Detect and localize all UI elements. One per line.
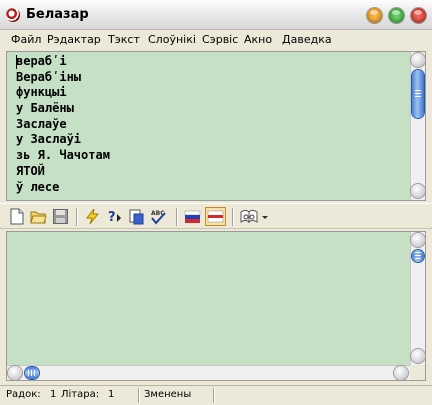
menu-service[interactable]: Сэрвіс [202,33,238,46]
spellcheck-abc-icon[interactable]: ABC [150,208,167,225]
scroll-thumb[interactable] [412,70,424,118]
menu-dictionaries[interactable]: Слоўнікі [148,33,196,46]
text-caret [16,55,17,69]
window-title: Белазар [26,7,89,22]
new-document-icon[interactable] [8,208,25,225]
menu-help[interactable]: Даведка [282,33,332,46]
scrollbar-corner [410,365,425,380]
title-bar[interactable]: Белазар [0,0,432,30]
scroll-left-button[interactable] [8,366,22,380]
close-button[interactable] [411,8,426,23]
text-line: верабʹі [16,54,67,68]
menu-bar: Файл Рэдактар Тэкст Слоўнікі Сэрвіс Акно… [0,30,432,50]
source-text-lines: верабʹі Верабʹіны функцыі у Балёны Засла… [16,54,110,195]
scroll-right-button[interactable] [394,366,408,380]
text-line: ў лесе [16,179,60,194]
menu-file[interactable]: Файл [11,33,41,46]
row-value: 1 [50,389,57,400]
letter-value: 1 [108,389,115,400]
text-line: зь Я. Чачотам [16,148,110,163]
scroll-down-button[interactable] [411,184,425,198]
bottom-horizontal-scrollbar[interactable] [7,365,425,380]
status-bar: Радок: 1 Літара: 1 Зменены [0,385,432,405]
text-line: у Балёны [16,101,74,116]
scroll-up-button[interactable] [411,233,425,247]
minimize-button[interactable] [367,8,382,23]
status-divider [213,388,214,403]
save-disk-icon[interactable] [52,208,69,225]
scroll-thumb[interactable] [412,250,424,262]
toolbar-separator [76,208,77,226]
source-text-editor[interactable]: верабʹі Верабʹіны функцыі у Балёны Засла… [6,51,426,201]
toolbar-separator [232,208,233,226]
status-divider [138,388,139,403]
text-line: Верабʹіны [16,69,82,84]
text-line: ЯТОЙ [16,163,45,178]
help-question-icon[interactable]: ? [106,208,123,225]
scroll-down-button[interactable] [411,349,425,363]
scroll-up-button[interactable] [411,53,425,67]
letter-label: Літара: [61,389,100,400]
menu-edit[interactable]: Рэдактар [47,33,101,46]
app-icon [6,8,20,22]
lightning-convert-icon[interactable] [84,208,101,225]
text-line: Заслаўе [16,116,67,131]
text-line: у Заслаўі [16,132,82,147]
svg-text:?: ? [108,210,116,225]
top-vertical-scrollbar[interactable] [410,52,425,200]
open-folder-icon[interactable] [30,208,47,225]
menu-window[interactable]: Акно [244,33,272,46]
row-label: Радок: [6,389,41,400]
scroll-thumb[interactable] [25,367,39,379]
bottom-vertical-scrollbar[interactable] [410,232,425,365]
maximize-button[interactable] [389,8,404,23]
result-text-editor[interactable] [6,231,426,381]
text-line: функцыі [16,85,67,100]
paste-document-icon[interactable] [128,208,145,225]
menu-text[interactable]: Тэкст [108,33,140,46]
flag-russian-icon[interactable] [184,208,201,225]
book-dictionary-icon[interactable] [240,208,260,225]
dropdown-arrow-icon[interactable] [261,208,269,225]
flag-belarusian-icon[interactable] [205,207,226,226]
toolbar-separator [176,208,177,226]
toolbar: ? ABC [0,203,432,229]
modified-status: Зменены [144,389,192,400]
